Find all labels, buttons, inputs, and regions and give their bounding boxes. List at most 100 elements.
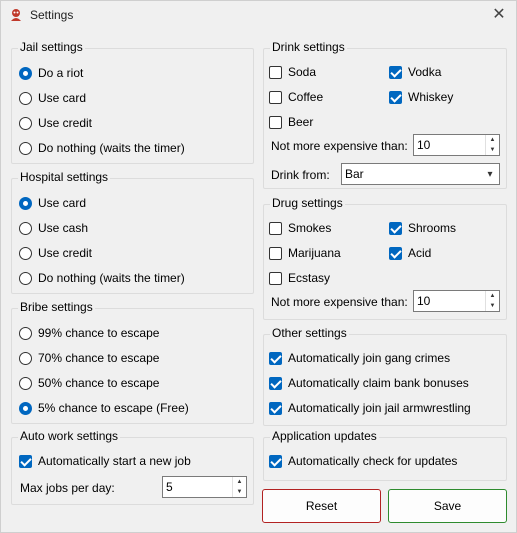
checkbox[interactable] — [389, 221, 402, 235]
app-logo-icon — [11, 9, 21, 21]
drink-whiskey-checkbox[interactable]: Whiskey — [389, 88, 453, 106]
drug-ecstasy-checkbox[interactable]: Ecstasy — [269, 269, 330, 287]
group-title: Drink settings — [270, 40, 347, 54]
jail-option-use-card[interactable]: Use card — [19, 89, 86, 107]
other-settings-group: Other settings Automatically join gang c… — [263, 326, 507, 426]
radio-button[interactable] — [19, 376, 32, 390]
join-gang-crimes-checkbox[interactable]: Automatically join gang crimes — [269, 349, 450, 367]
checkbox[interactable] — [269, 401, 282, 415]
jail-option-do-nothing[interactable]: Do nothing (waits the timer) — [19, 139, 185, 157]
bribe-option-50[interactable]: 50% chance to escape — [19, 374, 159, 392]
drink-vodka-checkbox[interactable]: Vodka — [389, 63, 441, 81]
option-label: Soda — [288, 65, 317, 79]
drink-settings-group: Drink settings Soda Vodka Coffee Whiskey… — [263, 40, 507, 189]
window-title: Settings — [30, 8, 74, 22]
auto-check-updates-checkbox[interactable]: Automatically check for updates — [269, 452, 457, 470]
stepper-down-icon[interactable]: ▼ — [486, 301, 499, 311]
jail-option-riot[interactable]: Do a riot — [19, 64, 83, 82]
drink-max-price-stepper[interactable]: 10 ▲ ▼ — [413, 134, 500, 156]
checkbox[interactable] — [269, 454, 282, 468]
bribe-option-5-free[interactable]: 5% chance to escape (Free) — [19, 399, 189, 417]
option-label: Automatically join gang crimes — [288, 351, 451, 365]
checkbox[interactable] — [269, 221, 282, 235]
drink-beer-checkbox[interactable]: Beer — [269, 113, 313, 131]
radio-button[interactable] — [19, 196, 32, 210]
drink-soda-checkbox[interactable]: Soda — [269, 63, 316, 81]
stepper-up-icon[interactable]: ▲ — [486, 135, 499, 145]
stepper-value: 5 — [166, 480, 173, 494]
drink-from-select[interactable]: Bar ▾ — [341, 163, 500, 185]
auto-work-settings-group: Auto work settings Automatically start a… — [11, 429, 254, 505]
option-label: Beer — [288, 115, 314, 129]
radio-button[interactable] — [19, 326, 32, 340]
option-label: Use credit — [38, 116, 93, 130]
drug-smokes-checkbox[interactable]: Smokes — [269, 219, 331, 237]
option-label: Automatically claim bank bonuses — [288, 376, 469, 390]
checkbox[interactable] — [389, 246, 402, 260]
checkbox[interactable] — [19, 454, 32, 468]
group-title: Application updates — [270, 429, 379, 443]
checkbox[interactable] — [389, 65, 402, 79]
checkbox[interactable] — [269, 65, 282, 79]
option-label: Use card — [38, 91, 87, 105]
option-label: Do a riot — [38, 66, 84, 80]
drink-coffee-checkbox[interactable]: Coffee — [269, 88, 323, 106]
drink-max-price-label: Not more expensive than: — [271, 139, 408, 153]
radio-button[interactable] — [19, 66, 32, 80]
bribe-settings-group: Bribe settings 99% chance to escape 70% … — [11, 300, 254, 424]
claim-bank-bonuses-checkbox[interactable]: Automatically claim bank bonuses — [269, 374, 469, 392]
option-label: Use credit — [38, 246, 93, 260]
radio-button[interactable] — [19, 351, 32, 365]
checkbox[interactable] — [389, 90, 402, 104]
title-bar: Settings ✕ — [1, 1, 516, 31]
stepper-value: 10 — [417, 138, 431, 152]
drug-marijuana-checkbox[interactable]: Marijuana — [269, 244, 341, 262]
checkbox[interactable] — [269, 351, 282, 365]
close-icon[interactable]: ✕ — [488, 5, 510, 25]
hospital-option-use-credit[interactable]: Use credit — [19, 244, 92, 262]
option-label: Do nothing (waits the timer) — [38, 141, 185, 155]
bribe-option-99[interactable]: 99% chance to escape — [19, 324, 159, 342]
stepper-up-icon[interactable]: ▲ — [486, 291, 499, 301]
max-jobs-stepper[interactable]: 5 ▲ ▼ — [162, 476, 247, 498]
option-label: Do nothing (waits the timer) — [38, 271, 185, 285]
radio-button[interactable] — [19, 116, 32, 130]
option-label: Marijuana — [288, 246, 341, 260]
bribe-option-70[interactable]: 70% chance to escape — [19, 349, 159, 367]
stepper-down-icon[interactable]: ▼ — [486, 145, 499, 155]
group-title: Other settings — [270, 326, 349, 340]
stepper-value: 10 — [417, 294, 431, 308]
checkbox[interactable] — [269, 90, 282, 104]
hospital-option-do-nothing[interactable]: Do nothing (waits the timer) — [19, 269, 185, 287]
group-title: Drug settings — [270, 196, 345, 210]
group-title: Jail settings — [18, 40, 85, 54]
option-label: 50% chance to escape — [38, 376, 160, 390]
join-jail-armwrestling-checkbox[interactable]: Automatically join jail armwrestling — [269, 399, 471, 417]
stepper-down-icon[interactable]: ▼ — [233, 487, 246, 497]
option-label: Whiskey — [408, 90, 454, 104]
stepper-up-icon[interactable]: ▲ — [233, 477, 246, 487]
save-button[interactable]: Save — [388, 489, 507, 523]
hospital-option-use-cash[interactable]: Use cash — [19, 219, 88, 237]
radio-button[interactable] — [19, 401, 32, 415]
drug-acid-checkbox[interactable]: Acid — [389, 244, 431, 262]
option-label: Automatically start a new job — [38, 454, 191, 468]
hospital-option-use-card[interactable]: Use card — [19, 194, 86, 212]
option-label: Smokes — [288, 221, 332, 235]
drug-shrooms-checkbox[interactable]: Shrooms — [389, 219, 456, 237]
reset-button[interactable]: Reset — [262, 489, 381, 523]
option-label: Ecstasy — [288, 271, 331, 285]
checkbox[interactable] — [269, 271, 282, 285]
checkbox[interactable] — [269, 115, 282, 129]
radio-button[interactable] — [19, 221, 32, 235]
radio-button[interactable] — [19, 141, 32, 155]
checkbox[interactable] — [269, 376, 282, 390]
radio-button[interactable] — [19, 91, 32, 105]
checkbox[interactable] — [269, 246, 282, 260]
auto-start-job-checkbox[interactable]: Automatically start a new job — [19, 452, 191, 470]
radio-button[interactable] — [19, 271, 32, 285]
option-label: Acid — [408, 246, 432, 260]
jail-option-use-credit[interactable]: Use credit — [19, 114, 92, 132]
drug-max-price-stepper[interactable]: 10 ▲ ▼ — [413, 290, 500, 312]
radio-button[interactable] — [19, 246, 32, 260]
